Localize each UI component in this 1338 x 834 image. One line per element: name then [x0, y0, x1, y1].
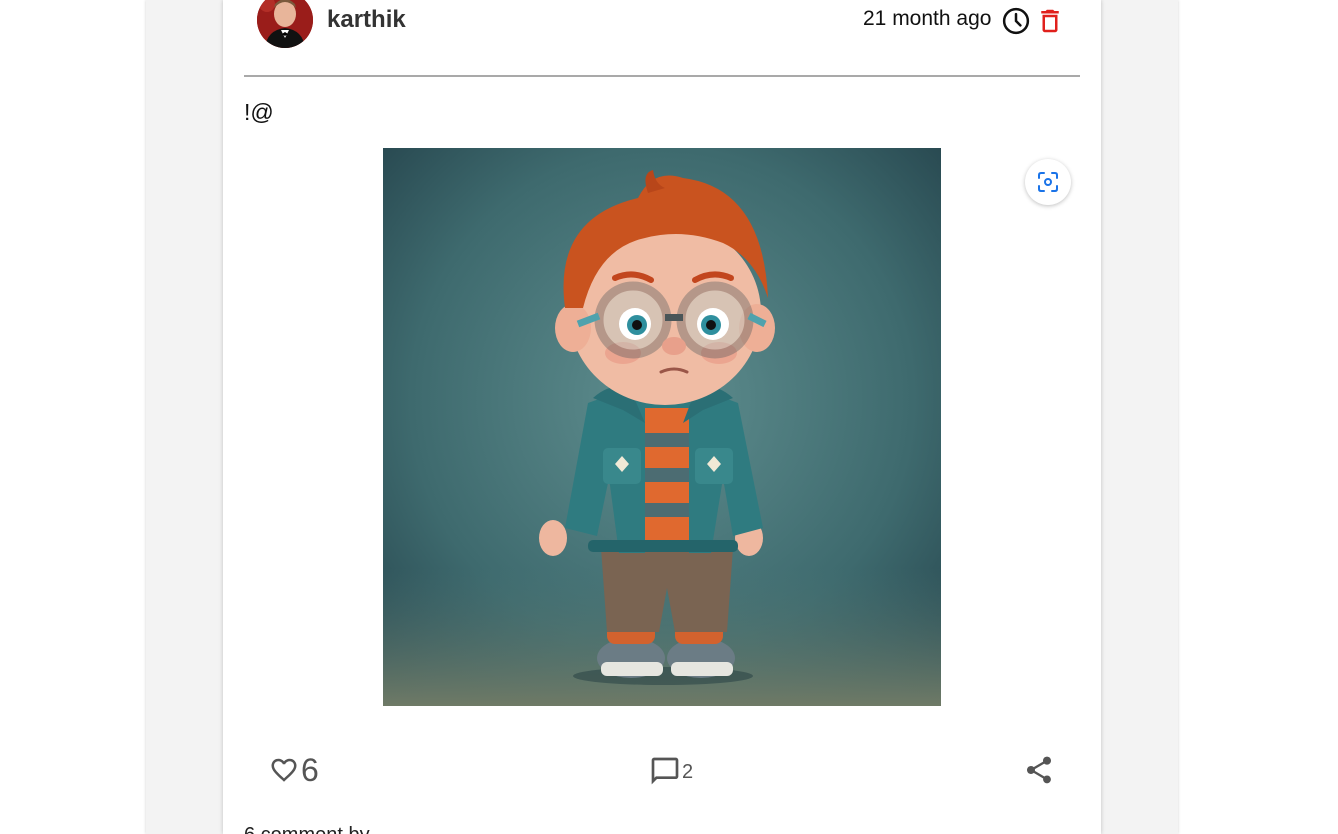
post-timestamp: 21 month ago	[863, 7, 992, 30]
post-card: karthik 21 month ago !@ 6 2	[223, 0, 1101, 834]
like-count: 6	[301, 752, 319, 788]
post-text: !@	[244, 99, 274, 125]
share-icon	[1023, 756, 1055, 790]
post-header: karthik 21 month ago	[223, 0, 1101, 76]
post-image[interactable]	[383, 148, 941, 706]
lens-search-button[interactable]	[1025, 159, 1071, 205]
post-caption: 6 comment by ...	[244, 824, 392, 834]
comment-button[interactable]: 2	[649, 752, 709, 792]
header-divider	[244, 75, 1080, 77]
clock-icon	[1001, 6, 1031, 36]
share-button[interactable]	[1023, 754, 1057, 788]
username[interactable]: karthik	[327, 6, 406, 34]
comment-count: 2	[682, 761, 694, 783]
avatar[interactable]	[257, 0, 313, 48]
post-actions: 6 2	[223, 740, 1101, 800]
delete-icon[interactable]	[1035, 5, 1065, 37]
like-button[interactable]: 6	[269, 752, 349, 792]
